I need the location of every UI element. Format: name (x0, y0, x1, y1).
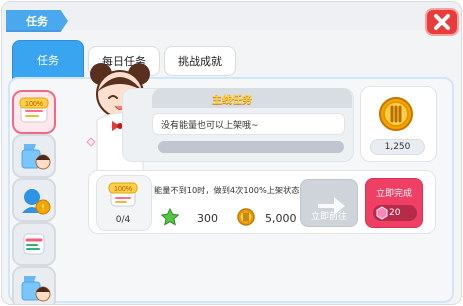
svg-text:100%: 100% (114, 186, 132, 193)
tab-challenge-achievements[interactable]: 挑战成就 (164, 46, 236, 76)
100-percent-badge-icon: 100% (19, 97, 49, 123)
category-item-character-flag-2[interactable] (12, 266, 56, 304)
coin-icon (237, 208, 255, 226)
category-item-character-flag-1[interactable] (12, 134, 56, 178)
100-percent-badge-icon: 100% (105, 182, 141, 208)
reward-value: 5,000 (265, 212, 297, 225)
reward-value: 300 (197, 212, 218, 225)
complete-now-label: 立即完成 (375, 188, 412, 199)
goto-button-label: 立即前往 (310, 211, 347, 222)
complete-cost-value: 20 (389, 208, 401, 218)
tab-label: 任务 (37, 54, 59, 67)
coin-icon (379, 97, 413, 131)
star-icon (160, 207, 180, 226)
task-category-list: 100% ! (8, 84, 58, 304)
main-task-progress-bar (158, 141, 344, 153)
svg-text:100%: 100% (25, 101, 43, 108)
close-icon (434, 14, 450, 30)
character-flag-icon (21, 276, 51, 302)
game-window: 任务 任务 每日任务 挑战成就 100% ! 主线任务 没有能量也可以上架哦~ … (1, 1, 462, 305)
category-item-notepad[interactable] (12, 222, 56, 266)
main-task-description: 没有能量也可以上架哦~ (152, 113, 345, 135)
person-coin-icon: ! (22, 189, 51, 215)
main-task-reward-value: 1,250 (370, 139, 425, 155)
tab-label: 挑战成就 (178, 55, 222, 68)
title-bar (2, 2, 461, 30)
tabs-row: 任务 每日任务 挑战成就 (2, 40, 461, 80)
notepad-icon (23, 233, 45, 255)
svg-text:!: ! (42, 203, 44, 212)
sub-task-description: 能量不到10时，做到4次100%上架状态 (154, 185, 300, 195)
character-flag-icon (21, 144, 51, 170)
category-item-person-coin[interactable]: ! (12, 178, 56, 222)
main-task-title: 主线任务 (212, 94, 252, 106)
complete-cost: 20 (373, 205, 417, 221)
sub-task-progress: 0/4 (115, 215, 131, 225)
category-item-100-percent[interactable]: 100% (12, 90, 56, 134)
window-title: 任务 (6, 10, 68, 32)
tab-tasks[interactable]: 任务 (12, 40, 84, 80)
close-button[interactable] (425, 8, 459, 36)
